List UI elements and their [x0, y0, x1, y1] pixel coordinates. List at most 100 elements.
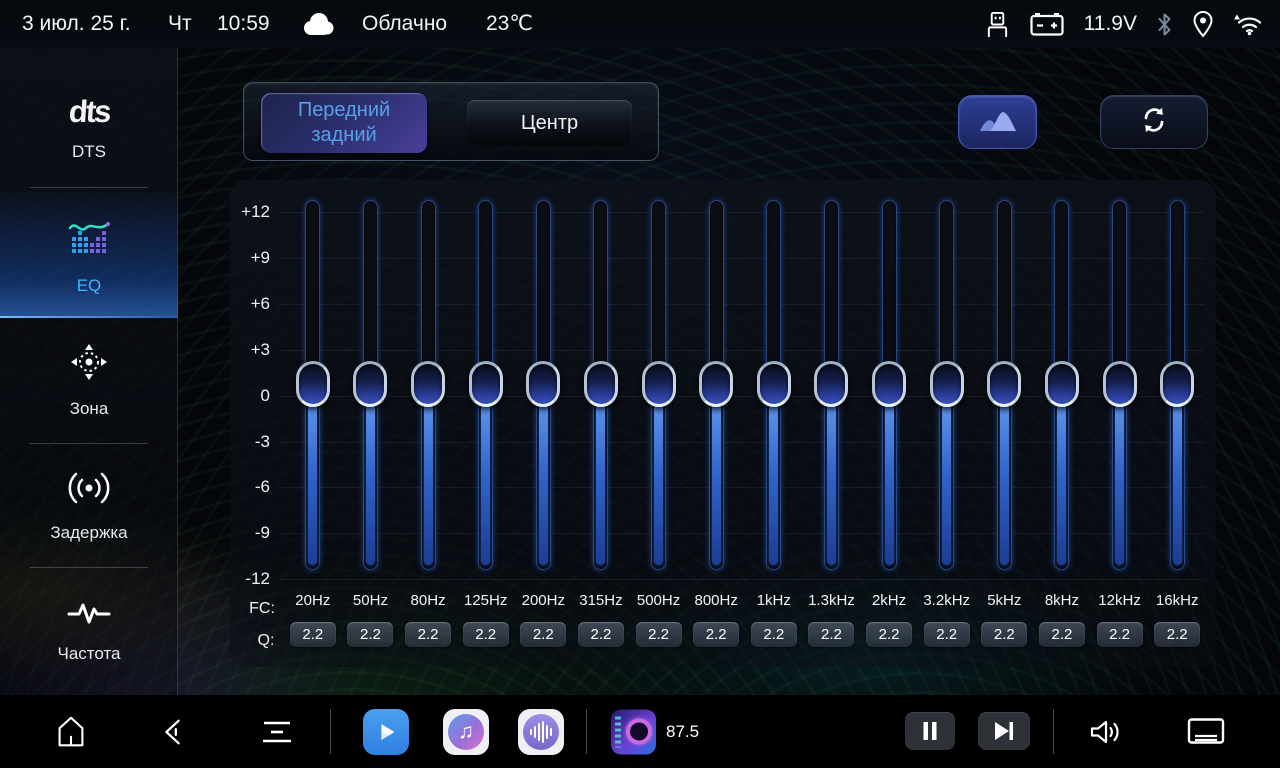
eq-slider-knob[interactable] [296, 361, 330, 407]
eq-frequency-label: 5kHz [976, 592, 1034, 609]
eq-frequency-label: 315Hz [572, 592, 630, 609]
eq-q-value-button[interactable]: 2.2 [866, 622, 912, 647]
eq-q-value-button[interactable]: 2.2 [1154, 622, 1200, 647]
player-app-icon[interactable] [363, 709, 409, 755]
eq-slider-knob[interactable] [353, 361, 387, 407]
menu-button[interactable] [253, 717, 301, 747]
eq-frequency-label: 2kHz [860, 592, 918, 609]
eq-slider-knob[interactable] [642, 361, 676, 407]
bottom-navigation-bar: ♫ 87.5 [0, 695, 1280, 768]
sidebar-item-dts[interactable]: dts DTS [0, 76, 178, 180]
eq-slider-knob[interactable] [1045, 361, 1079, 407]
eq-q-value-button[interactable]: 2.2 [808, 622, 854, 647]
eq-frequency-label: 80Hz [399, 592, 457, 609]
eq-slider-track[interactable] [709, 200, 724, 570]
play-icon [363, 709, 409, 755]
eq-scale-label: -9 [230, 523, 270, 543]
sidebar-item-frequency[interactable]: Частота [0, 581, 178, 681]
music-note-icon: ♫ [448, 714, 484, 750]
eq-slider-knob[interactable] [584, 361, 618, 407]
music-app-icon[interactable]: ♫ [443, 709, 489, 755]
sidebar-item-label: Зона [70, 399, 109, 419]
eq-scale-label: +6 [230, 294, 270, 314]
eq-q-cell: 2.2 [457, 622, 515, 647]
pause-button[interactable] [905, 712, 955, 750]
eq-q-value-button[interactable]: 2.2 [636, 622, 682, 647]
eq-slider-fill [712, 404, 721, 565]
eq-q-cell: 2.2 [284, 622, 342, 647]
eq-slider-knob[interactable] [1160, 361, 1194, 407]
eq-slider-track[interactable] [305, 200, 320, 570]
eq-q-cell: 2.2 [399, 622, 457, 647]
eq-slider-track[interactable] [766, 200, 781, 570]
tab-front-rear[interactable]: Передний задний [261, 93, 427, 153]
eq-slider-knob[interactable] [872, 361, 906, 407]
eq-slider-knob[interactable] [814, 361, 848, 407]
eq-slider-knob[interactable] [526, 361, 560, 407]
display-off-button[interactable] [1182, 717, 1230, 746]
eq-q-cell: 2.2 [630, 622, 688, 647]
eq-q-value-button[interactable]: 2.2 [1039, 622, 1085, 647]
eq-slider-knob[interactable] [469, 361, 503, 407]
eq-slider-knob[interactable] [930, 361, 964, 407]
eq-q-value-button[interactable]: 2.2 [463, 622, 509, 647]
eq-q-value-button[interactable]: 2.2 [693, 622, 739, 647]
eq-q-value-button[interactable]: 2.2 [924, 622, 970, 647]
eq-slider-knob[interactable] [757, 361, 791, 407]
eq-slider-track[interactable] [824, 200, 839, 570]
eq-slider-track[interactable] [593, 200, 608, 570]
eq-band [687, 200, 745, 570]
eq-slider-knob[interactable] [699, 361, 733, 407]
eq-q-cell: 2.2 [342, 622, 400, 647]
eq-q-value-button[interactable]: 2.2 [347, 622, 393, 647]
eq-q-value-button[interactable]: 2.2 [981, 622, 1027, 647]
eq-q-value-button[interactable]: 2.2 [290, 622, 336, 647]
eq-q-value-button[interactable]: 2.2 [405, 622, 451, 647]
eq-slider-track[interactable] [536, 200, 551, 570]
eq-frequency-label: 200Hz [515, 592, 573, 609]
home-button[interactable] [47, 713, 95, 751]
sidebar-item-zone[interactable]: Зона [0, 330, 178, 430]
eq-scale-label: -6 [230, 477, 270, 497]
tab-center[interactable]: Центр [467, 100, 632, 146]
eq-q-value-button[interactable]: 2.2 [1097, 622, 1143, 647]
reset-refresh-icon [1138, 104, 1170, 141]
sidebar-item-label: Частота [57, 644, 120, 664]
location-icon [1192, 10, 1214, 38]
eq-slider-knob[interactable] [411, 361, 445, 407]
back-button[interactable] [149, 713, 197, 751]
eq-slider-track[interactable] [363, 200, 378, 570]
volume-button[interactable] [1082, 718, 1130, 745]
sidebar-item-delay[interactable]: Задержка [0, 456, 178, 556]
voice-app-icon[interactable] [518, 709, 564, 755]
eq-slider-track[interactable] [1054, 200, 1069, 570]
eq-slider-knob[interactable] [1103, 361, 1137, 407]
status-weekday: Чт [168, 0, 192, 48]
next-track-button[interactable] [978, 712, 1030, 750]
eq-slider-track[interactable] [651, 200, 666, 570]
eq-slider-fill [827, 404, 836, 565]
eq-slider-track[interactable] [1170, 200, 1185, 570]
eq-slider-fill [481, 404, 490, 565]
eq-band [572, 200, 630, 570]
eq-q-value-button[interactable]: 2.2 [578, 622, 624, 647]
waveform-icon [67, 599, 111, 632]
eq-slider-fill [942, 404, 951, 565]
eq-slider-track[interactable] [882, 200, 897, 570]
sidebar-item-eq[interactable]: EQ [0, 192, 178, 318]
eq-slider-track[interactable] [1112, 200, 1127, 570]
eq-preset-button[interactable] [958, 95, 1037, 149]
eq-q-value-button[interactable]: 2.2 [751, 622, 797, 647]
eq-slider-track[interactable] [997, 200, 1012, 570]
eq-slider-track[interactable] [421, 200, 436, 570]
eq-slider-fill [539, 404, 548, 565]
eq-q-cell: 2.2 [515, 622, 573, 647]
fc-row-label: FC: [242, 600, 282, 618]
eq-slider-track[interactable] [939, 200, 954, 570]
car-battery-icon [1029, 11, 1065, 37]
eq-slider-track[interactable] [478, 200, 493, 570]
eq-slider-knob[interactable] [987, 361, 1021, 407]
eq-reset-button[interactable] [1100, 95, 1208, 149]
radio-app-icon[interactable] [611, 709, 656, 754]
eq-q-value-button[interactable]: 2.2 [520, 622, 566, 647]
